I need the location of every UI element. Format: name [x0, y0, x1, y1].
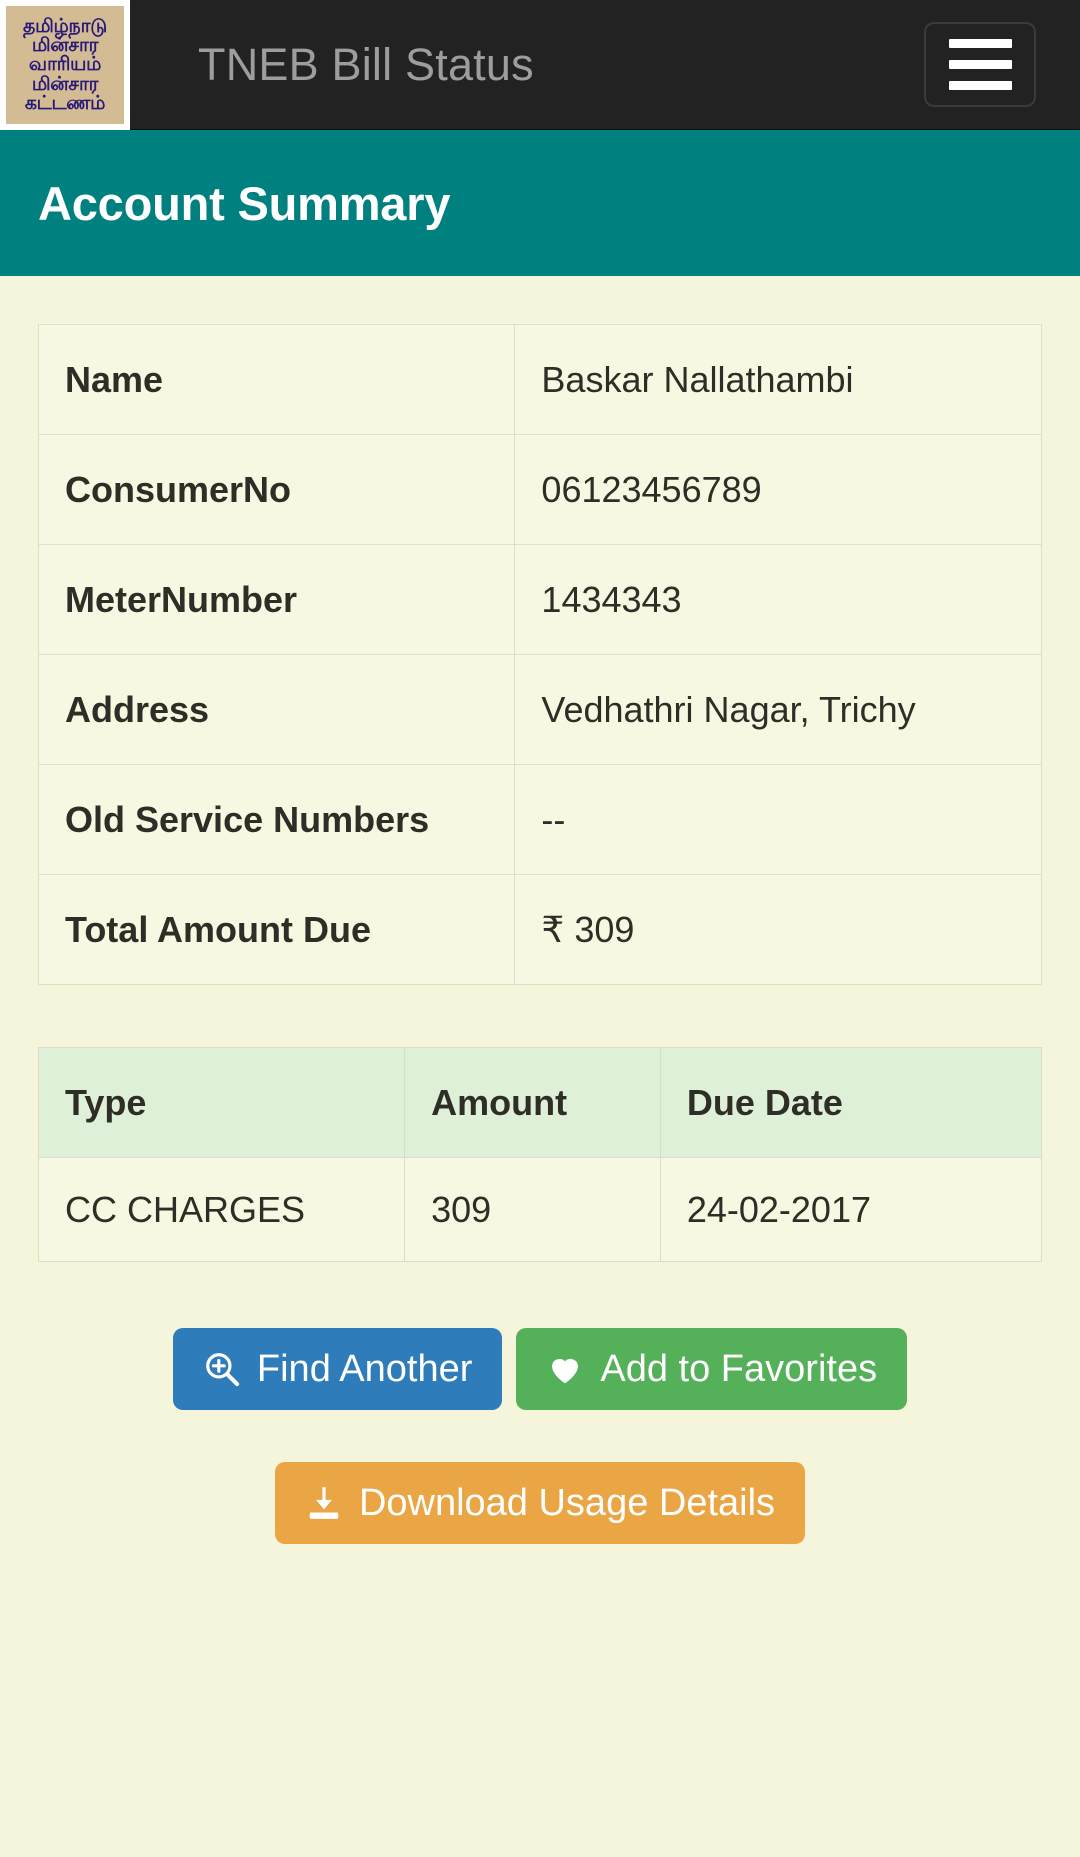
charges-header-row: Type Amount Due Date — [37, 1047, 1043, 1158]
table-row: CC CHARGES 309 24-02-2017 — [37, 1157, 1043, 1262]
table-row: Old Service Numbers -- — [37, 764, 1042, 875]
table-row: Address Vedhathri Nagar, Trichy — [37, 654, 1042, 765]
summary-value-consumerno: 06123456789 — [514, 434, 1042, 545]
charges-cell-type: CC CHARGES — [37, 1157, 406, 1262]
summary-value-address: Vedhathri Nagar, Trichy — [514, 654, 1042, 765]
logo-line-1: தமிழ்நாடு — [23, 15, 107, 37]
hamburger-menu-icon[interactable] — [924, 22, 1036, 107]
secondary-action-row: Download Usage Details — [38, 1462, 1042, 1544]
summary-value-total-amount-due: ₹ 309 — [514, 874, 1042, 985]
app-title: TNEB Bill Status — [198, 39, 534, 90]
download-usage-details-label: Download Usage Details — [358, 1482, 776, 1524]
logo-line-5: கட்டணம் — [24, 93, 106, 115]
page-header-banner: Account Summary — [0, 130, 1080, 276]
main-content: Name Baskar Nallathambi ConsumerNo 06123… — [0, 276, 1080, 1544]
table-row: Total Amount Due ₹ 309 — [37, 874, 1042, 985]
summary-value-meternumber: 1434343 — [514, 544, 1042, 655]
find-another-label: Find Another — [256, 1348, 473, 1390]
find-another-button[interactable]: Find Another — [172, 1328, 503, 1410]
summary-label-address: Address — [37, 654, 516, 765]
summary-label-old-service-numbers: Old Service Numbers — [37, 764, 516, 875]
summary-label-consumerno: ConsumerNo — [37, 434, 516, 545]
charges-cell-due-date: 24-02-2017 — [659, 1157, 1043, 1262]
summary-label-meternumber: MeterNumber — [37, 544, 516, 655]
top-navbar: தமிழ்நாடு மின்சார வாரியம் மின்சார கட்டணம… — [0, 0, 1080, 130]
add-to-favorites-button[interactable]: Add to Favorites — [516, 1328, 908, 1410]
charges-table: Type Amount Due Date CC CHARGES 309 24-0… — [37, 1047, 1043, 1262]
charges-header-type: Type — [37, 1047, 406, 1158]
hamburger-bar-2 — [948, 60, 1012, 69]
hamburger-bar-3 — [948, 81, 1012, 90]
search-plus-icon — [203, 1350, 241, 1388]
logo-line-4: மின்சார — [31, 73, 99, 95]
add-to-favorites-label: Add to Favorites — [600, 1348, 878, 1390]
account-summary-table: Name Baskar Nallathambi ConsumerNo 06123… — [37, 324, 1042, 985]
hamburger-bar-1 — [948, 39, 1012, 48]
summary-label-name: Name — [37, 324, 516, 435]
heart-icon — [546, 1350, 584, 1388]
charges-header-due-date: Due Date — [659, 1047, 1043, 1158]
tneb-logo[interactable]: தமிழ்நாடு மின்சார வாரியம் மின்சார கட்டணம… — [0, 0, 130, 130]
table-spacer — [38, 985, 1042, 1047]
table-row: ConsumerNo 06123456789 — [37, 434, 1042, 545]
charges-header-amount: Amount — [404, 1047, 661, 1158]
primary-action-row: Find Another Add to Favorites — [38, 1328, 1042, 1410]
table-row: MeterNumber 1434343 — [37, 544, 1042, 655]
charges-cell-amount: 309 — [404, 1157, 661, 1262]
summary-value-old-service-numbers: -- — [514, 764, 1042, 875]
summary-label-total-amount-due: Total Amount Due — [37, 874, 516, 985]
download-icon — [305, 1484, 343, 1522]
logo-line-3: வாரியம் — [28, 54, 102, 76]
download-usage-details-button[interactable]: Download Usage Details — [274, 1462, 806, 1544]
page-title: Account Summary — [38, 176, 451, 230]
summary-value-name: Baskar Nallathambi — [514, 324, 1042, 435]
logo-line-2: மின்சார — [31, 34, 99, 56]
table-row: Name Baskar Nallathambi — [37, 324, 1042, 435]
